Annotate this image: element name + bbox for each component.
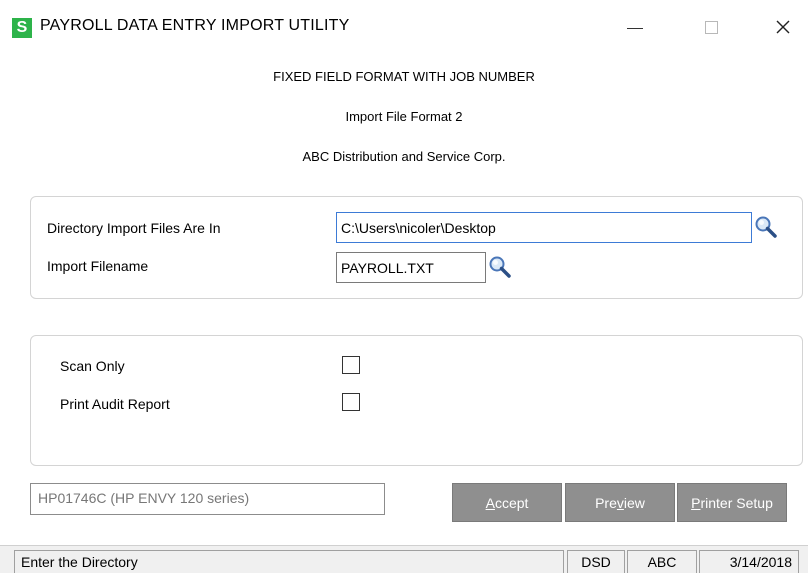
- printer-field: HP01746C (HP ENVY 120 series): [30, 483, 385, 515]
- status-module: DSD: [567, 550, 625, 573]
- printer-setup-button[interactable]: Printer Setup: [677, 483, 787, 522]
- close-button[interactable]: [760, 8, 806, 46]
- format-title: FIXED FIELD FORMAT WITH JOB NUMBER: [273, 69, 535, 84]
- maximize-icon: [704, 20, 718, 34]
- format-subtitle: Import File Format 2: [345, 109, 463, 124]
- filename-input[interactable]: [336, 252, 486, 283]
- window-title: PAYROLL DATA ENTRY IMPORT UTILITY: [40, 17, 350, 34]
- minimize-button[interactable]: [612, 8, 658, 46]
- status-bar: Enter the Directory DSD ABC 3/14/2018: [0, 545, 808, 573]
- filename-lookup-icon[interactable]: [488, 255, 512, 279]
- directory-lookup-icon[interactable]: [754, 215, 778, 239]
- app-icon: S: [12, 18, 32, 38]
- close-icon: [776, 20, 790, 34]
- maximize-button[interactable]: [688, 8, 734, 46]
- accept-button[interactable]: Accept: [452, 483, 562, 522]
- company-name: ABC Distribution and Service Corp.: [302, 149, 506, 164]
- scan-only-checkbox[interactable]: [342, 356, 360, 374]
- filename-label: Import Filename: [47, 258, 149, 274]
- title-bar: S PAYROLL DATA ENTRY IMPORT UTILITY: [0, 0, 808, 52]
- status-message: Enter the Directory: [14, 550, 564, 573]
- scan-only-label: Scan Only: [60, 358, 125, 374]
- status-company: ABC: [627, 550, 697, 573]
- preview-button[interactable]: Preview: [565, 483, 675, 522]
- directory-input[interactable]: [336, 212, 752, 243]
- print-audit-label: Print Audit Report: [60, 396, 170, 412]
- print-audit-checkbox[interactable]: [342, 393, 360, 411]
- status-date: 3/14/2018: [699, 550, 799, 573]
- directory-label: Directory Import Files Are In: [47, 220, 221, 236]
- minimize-icon: [627, 27, 643, 29]
